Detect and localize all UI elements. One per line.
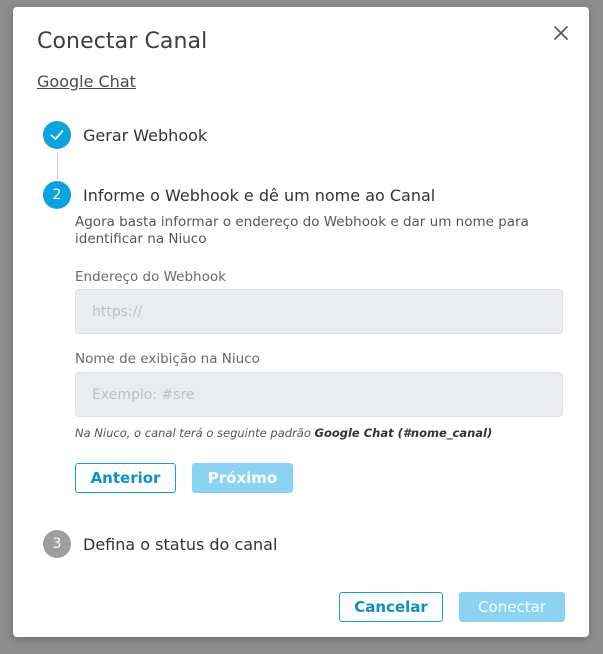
- close-button[interactable]: [549, 21, 573, 45]
- step-3-number: 3: [52, 536, 62, 552]
- connect-button[interactable]: Conectar: [459, 592, 565, 622]
- next-button[interactable]: Próximo: [192, 463, 293, 493]
- step-1-label: Gerar Webhook: [83, 126, 208, 145]
- step-1-indicator: [43, 121, 71, 149]
- step-3-indicator: 3: [43, 530, 71, 558]
- webhook-input[interactable]: [75, 289, 563, 334]
- back-button[interactable]: Anterior: [75, 463, 176, 493]
- modal-title: Conectar Canal: [37, 29, 208, 54]
- display-name-label: Nome de exibição na Niuco: [75, 351, 260, 367]
- display-name-input[interactable]: [75, 372, 563, 417]
- check-icon: [50, 130, 64, 140]
- connect-channel-modal: Conectar Canal Google Chat Gerar Webhook…: [13, 7, 589, 637]
- step-2-indicator: 2: [43, 181, 71, 209]
- step-2-number: 2: [52, 187, 62, 203]
- channel-name-link[interactable]: Google Chat: [37, 72, 136, 91]
- step-2-description: Agora basta informar o endereço do Webho…: [75, 214, 529, 247]
- hint-text: Na Niuco, o canal terá o seguinte padrão: [75, 426, 315, 440]
- step-2-label: Informe o Webhook e dê um nome ao Canal: [83, 186, 436, 205]
- step-connector: [57, 153, 58, 179]
- cancel-button[interactable]: Cancelar: [339, 592, 443, 622]
- webhook-label: Endereço do Webhook: [75, 269, 226, 285]
- close-icon: [554, 26, 568, 40]
- step-3-label: Defina o status do canal: [83, 535, 278, 554]
- hint-pattern: Google Chat (#nome_canal): [314, 426, 493, 440]
- channel-name-hint: Na Niuco, o canal terá o seguinte padrão…: [75, 426, 492, 440]
